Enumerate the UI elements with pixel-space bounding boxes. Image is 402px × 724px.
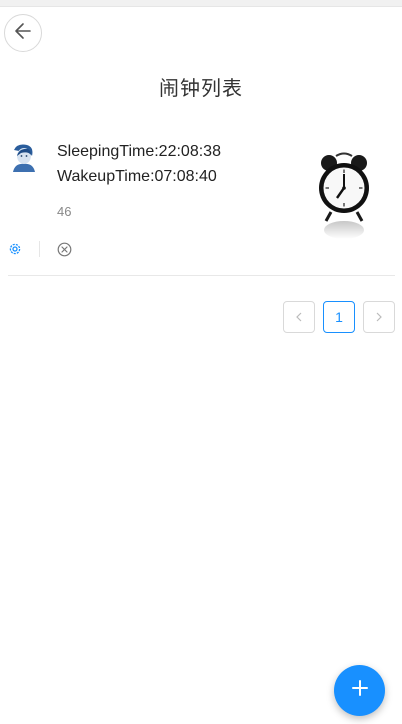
close-circle-icon[interactable] (55, 240, 73, 258)
add-alarm-button[interactable] (334, 665, 385, 716)
page-title: 闹钟列表 (159, 78, 243, 100)
next-page-button[interactable] (363, 301, 395, 333)
list-divider (8, 275, 395, 276)
page-1-button[interactable]: 1 (323, 301, 355, 333)
pagination: 1 (283, 301, 395, 333)
wakeup-time-text: WakeupTime:07:08:40 (57, 168, 217, 185)
plus-icon (350, 678, 370, 703)
back-button[interactable] (4, 14, 42, 52)
gear-icon[interactable] (6, 240, 24, 258)
sleeping-time-text: SleepingTime:22:08:38 (57, 143, 221, 160)
arrow-left-icon (13, 21, 33, 46)
chevron-left-icon (294, 309, 304, 325)
top-status-bar (0, 0, 402, 7)
alarm-actions (6, 240, 73, 258)
avatar (8, 142, 38, 172)
alarm-clock-image (313, 150, 375, 242)
prev-page-button[interactable] (283, 301, 315, 333)
chevron-right-icon (374, 309, 384, 325)
action-divider (39, 241, 40, 257)
alarm-count-text: 46 (57, 204, 72, 219)
